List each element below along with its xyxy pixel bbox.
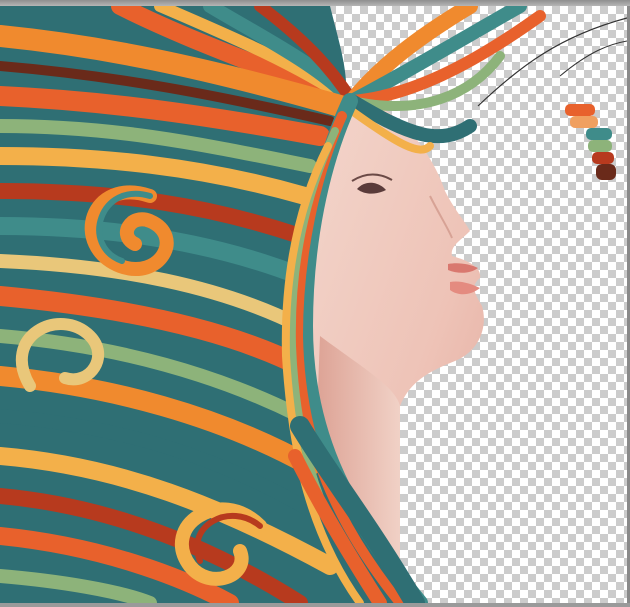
color-swatch-strip <box>565 104 616 180</box>
horizontal-scrollbar[interactable] <box>0 603 630 607</box>
artwork <box>0 6 627 603</box>
document-window <box>0 0 630 607</box>
image-canvas[interactable] <box>0 6 627 603</box>
